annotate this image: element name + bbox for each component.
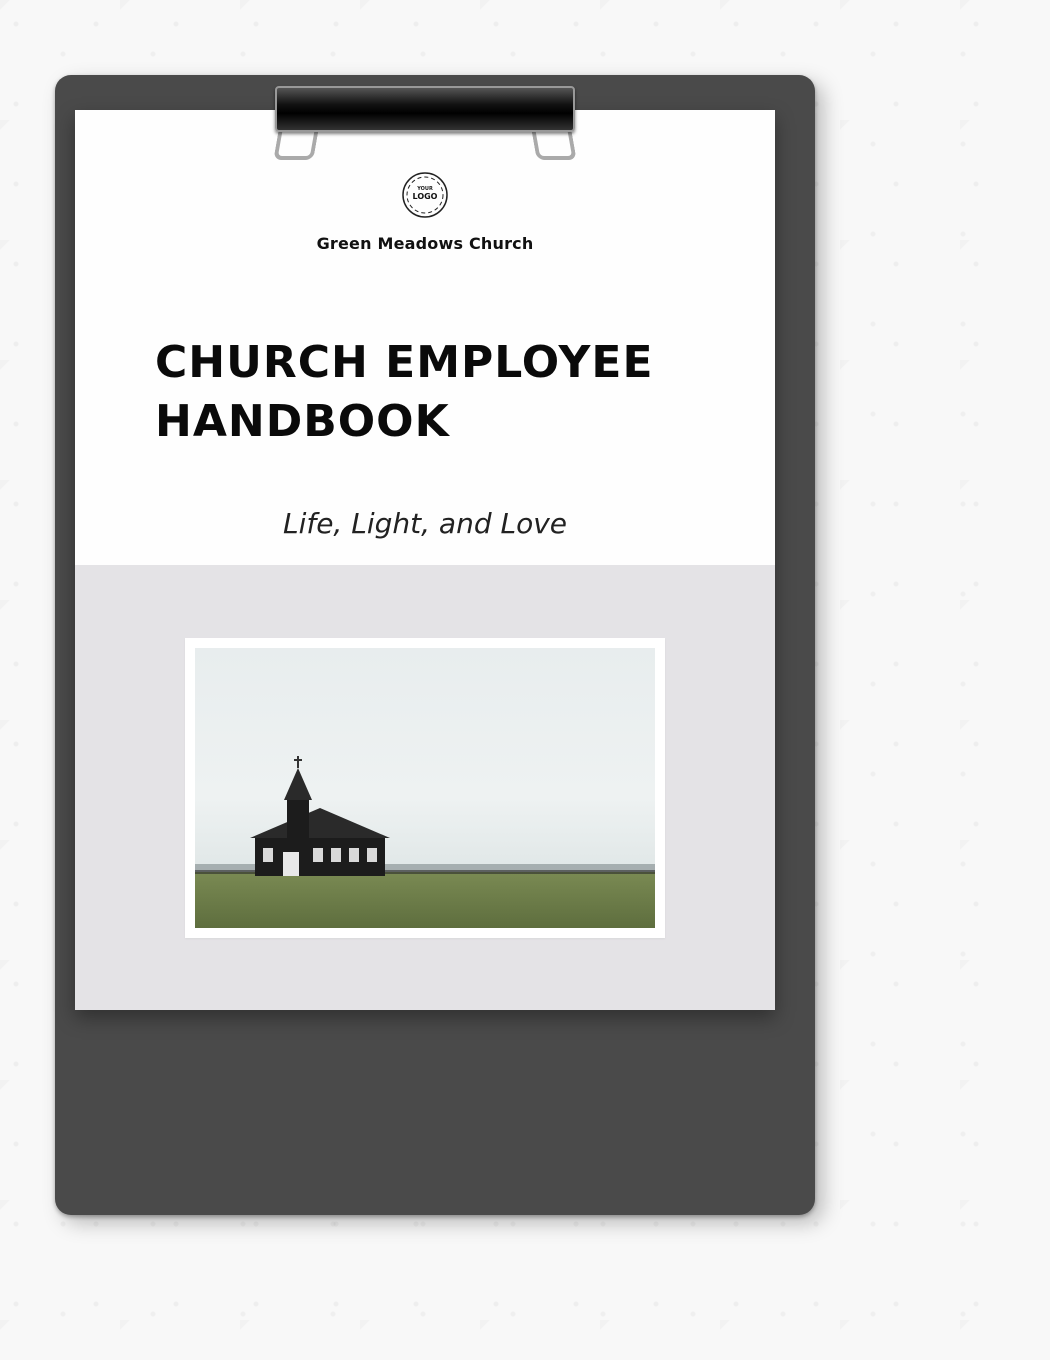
document-tagline: Life, Light, and Love [155,507,695,540]
title-line-1: CHURCH EMPLOYEE [155,337,654,388]
logo-placeholder-icon: YOUR LOGO [400,170,450,224]
logo-text-main: LOGO [413,192,438,201]
page-header-section: YOUR LOGO Green Meadows Church CHURCH EM… [75,110,775,565]
page-image-section [75,565,775,1010]
title-line-2: HANDBOOK [155,396,450,447]
clipboard-clip-bar [275,86,575,132]
document-page: YOUR LOGO Green Meadows Church CHURCH EM… [75,110,775,1010]
organization-name: Green Meadows Church [155,234,695,253]
photo-frame [185,638,665,938]
church-photo [195,648,655,928]
document-title: CHURCH EMPLOYEE HANDBOOK [155,333,695,452]
logo-container: YOUR LOGO [155,170,695,224]
